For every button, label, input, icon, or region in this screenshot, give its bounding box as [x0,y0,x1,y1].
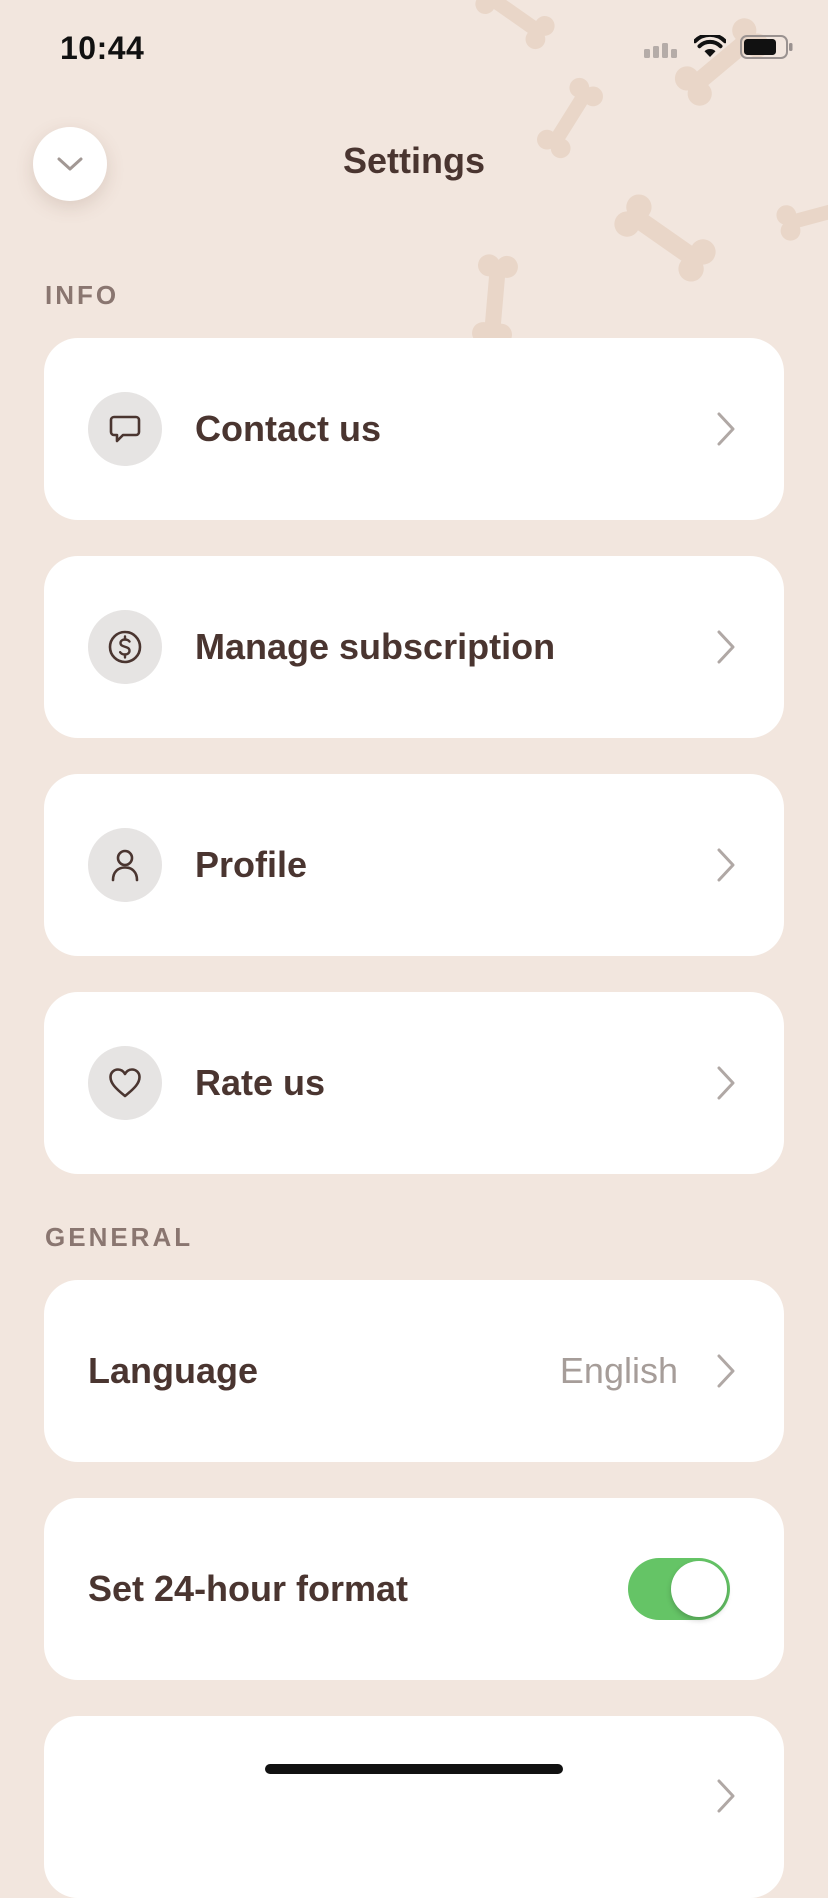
cellular-signal-icon [644,43,677,58]
manage-subscription-label: Manage subscription [195,626,556,667]
section-header-general: GENERAL [45,1222,194,1252]
home-indicator [265,1764,563,1774]
person-icon [111,849,139,882]
section-header-info: INFO [45,280,120,310]
subscription-icon-badge [88,610,162,684]
time-format-label: Set 24-hour format [88,1568,409,1609]
language-row[interactable]: Language English [44,1280,784,1462]
next-settings-row[interactable] [44,1716,784,1898]
time-format-row: Set 24-hour format [44,1498,784,1680]
dollar-circle-icon [108,630,142,664]
profile-icon-badge [88,828,162,902]
page-title: Settings [342,140,485,181]
status-icons [644,34,794,60]
chevron-right-icon [716,411,736,447]
profile-label: Profile [195,844,308,885]
contact-us-label: Contact us [195,408,382,449]
chevron-right-icon [716,1778,736,1814]
chevron-right-icon [716,629,736,665]
chevron-right-icon [716,1065,736,1101]
chevron-right-icon [716,1353,736,1389]
rate-icon-badge [88,1046,162,1120]
rate-us-label: Rate us [195,1062,326,1103]
heart-icon [109,1068,141,1098]
language-value: English [559,1350,678,1391]
contact-us-row[interactable]: Contact us [44,338,784,520]
language-label: Language [88,1350,259,1391]
profile-row[interactable]: Profile [44,774,784,956]
chat-bubble-icon [109,415,141,443]
contact-icon-badge [88,392,162,466]
manage-subscription-row[interactable]: Manage subscription [44,556,784,738]
wifi-icon [694,35,726,57]
time-format-toggle[interactable] [628,1558,730,1620]
status-bar: 10:44 [0,0,828,100]
toggle-knob [671,1561,727,1617]
rate-us-row[interactable]: Rate us [44,992,784,1174]
battery-icon [740,35,793,59]
status-time: 10:44 [60,30,145,66]
chevron-right-icon [716,847,736,883]
